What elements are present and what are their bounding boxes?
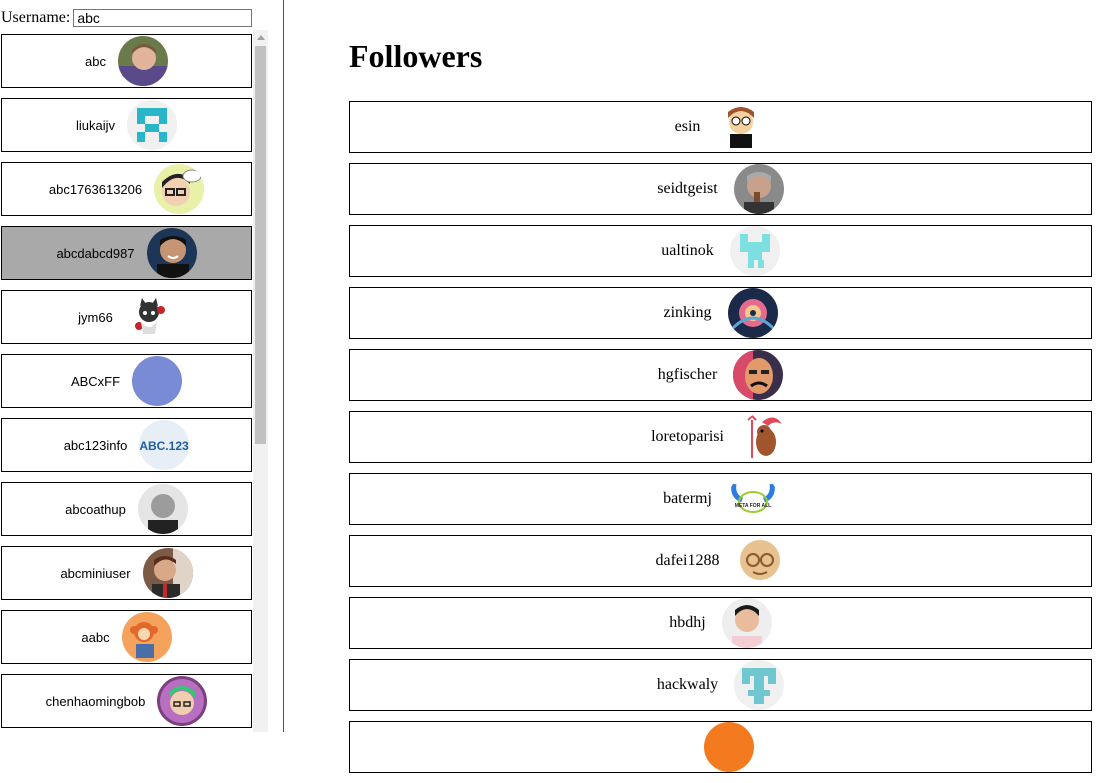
follower-avatar xyxy=(734,660,785,710)
user-avatar xyxy=(154,164,205,214)
follower-item[interactable]: seidtgeist xyxy=(349,163,1092,215)
user-login: chenhaomingbob xyxy=(45,693,146,709)
follower-item[interactable]: dafei1288 xyxy=(349,535,1092,587)
page-title: Followers xyxy=(349,38,483,74)
follower-login: hackwaly xyxy=(656,676,719,693)
follower-avatar xyxy=(729,226,780,276)
user-login: aabc xyxy=(81,629,110,645)
follower-login: hgfischer xyxy=(657,366,718,383)
user-avatar xyxy=(121,612,172,662)
follower-item[interactable]: hackwaly xyxy=(349,659,1092,711)
follower-login: ualtinok xyxy=(661,242,714,259)
svg-text:META FOR ALL: META FOR ALL xyxy=(735,503,771,509)
follower-avatar xyxy=(733,164,784,214)
follower-item[interactable]: hbdhj xyxy=(349,597,1092,649)
user-result-list: abc liukaijv abc1763613206 abcdabcd987 jym66… xyxy=(1,34,252,738)
follower-item[interactable]: batermj META FOR ALL xyxy=(349,473,1092,525)
username-label: Username: xyxy=(1,9,71,26)
user-login: abcminiuser xyxy=(60,565,131,581)
follower-login: esin xyxy=(674,118,701,135)
user-avatar xyxy=(142,548,193,598)
svg-text:ABC.123: ABC.123 xyxy=(140,439,190,453)
user-avatar xyxy=(117,36,168,86)
follower-login: hbdhj xyxy=(669,614,706,631)
follower-avatar xyxy=(703,722,754,772)
follower-avatar xyxy=(739,412,790,462)
user-result-item[interactable]: abcminiuser xyxy=(1,546,252,600)
user-result-item[interactable]: aabc xyxy=(1,610,252,664)
follower-login: batermj xyxy=(663,490,712,507)
user-login: abcdabcd987 xyxy=(56,245,135,261)
search-row: Username: xyxy=(1,8,253,28)
follower-login: zinking xyxy=(663,304,712,321)
user-result-item[interactable]: ABCxFF xyxy=(1,354,252,408)
user-avatar xyxy=(132,356,183,406)
user-result-item[interactable]: abc xyxy=(1,34,252,88)
follower-avatar xyxy=(735,536,786,586)
user-result-item[interactable]: liukaijv xyxy=(1,98,252,152)
follower-item[interactable]: zinking xyxy=(349,287,1092,339)
user-login: ABCxFF xyxy=(70,373,121,389)
user-login: abcoathup xyxy=(65,501,126,517)
user-login: jym66 xyxy=(78,309,113,325)
user-avatar xyxy=(124,292,175,342)
follower-avatar xyxy=(727,288,778,338)
followers-list: esin seidtgeist ualtinok zinking hgfischer lo… xyxy=(349,101,1092,783)
user-login: abc xyxy=(85,53,106,69)
user-result-item[interactable]: jym66 xyxy=(1,290,252,344)
user-search-sidebar: Username: abc liukaijv abc1763613206 abcdab… xyxy=(0,0,284,732)
follower-avatar: META FOR ALL xyxy=(727,474,778,524)
follower-item[interactable]: hgfischer xyxy=(349,349,1092,401)
follower-avatar xyxy=(733,350,784,400)
username-search-input[interactable] xyxy=(73,9,253,27)
user-avatar: ABC.123 xyxy=(139,420,190,470)
user-result-item[interactable]: abcdabcd987 xyxy=(1,226,252,280)
follower-login: dafei1288 xyxy=(655,552,720,569)
user-avatar xyxy=(137,484,188,534)
follower-avatar xyxy=(716,102,767,152)
follower-item[interactable]: loretoparisi xyxy=(349,411,1092,463)
follower-avatar xyxy=(721,598,772,648)
follower-item[interactable]: ualtinok xyxy=(349,225,1092,277)
scrollbar-thumb[interactable] xyxy=(255,46,266,444)
user-result-item[interactable]: abc123info ABC.123 xyxy=(1,418,252,472)
user-result-item[interactable]: abcoathup xyxy=(1,482,252,536)
follower-login: seidtgeist xyxy=(657,180,718,197)
user-login: abc123info xyxy=(63,437,128,453)
user-avatar xyxy=(157,676,208,726)
user-avatar xyxy=(127,100,177,150)
scroll-up-arrow-icon[interactable] xyxy=(253,30,268,45)
user-login: liukaijv xyxy=(75,117,115,133)
follower-item[interactable]: esin xyxy=(349,101,1092,153)
user-avatar xyxy=(146,228,197,278)
user-result-item[interactable]: abc1763613206 xyxy=(1,162,252,216)
follower-login: loretoparisi xyxy=(651,428,724,445)
user-login: abc1763613206 xyxy=(48,181,143,197)
user-result-item[interactable]: chenhaomingbob xyxy=(1,674,252,728)
user-list-scrollbar[interactable] xyxy=(253,30,268,732)
follower-item[interactable] xyxy=(349,721,1092,773)
